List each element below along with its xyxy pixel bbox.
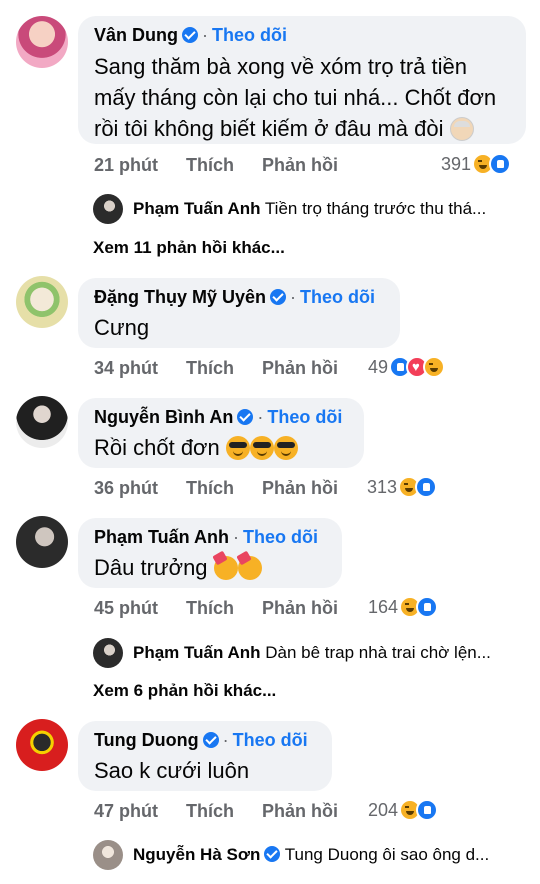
comment-actions: 45 phút Thích Phản hồi <box>94 598 366 619</box>
sunglasses-emoji-icon <box>273 436 298 460</box>
reaction-summary[interactable]: 313 <box>367 476 438 498</box>
reply-button[interactable]: Phản hồi <box>262 358 338 378</box>
avatar[interactable] <box>16 16 68 68</box>
comment-author: Vân Dung · Theo dõi <box>94 25 287 45</box>
comment-time[interactable]: 34 phút <box>94 358 158 378</box>
like-reaction-icon <box>489 153 512 175</box>
reaction-summary[interactable]: 391 <box>441 153 512 175</box>
follow-button[interactable]: Theo dõi <box>212 25 287 45</box>
author-name[interactable]: Vân Dung <box>94 25 178 45</box>
author-name[interactable]: Tung Duong <box>94 730 199 750</box>
comment-text: Sao k cưới luôn <box>94 758 250 783</box>
follow-button[interactable]: Theo dõi <box>300 287 375 307</box>
reply-button[interactable]: Phản hồi <box>262 155 338 175</box>
comment-text: Rồi chốt đơn <box>94 432 298 463</box>
comment-author: Phạm Tuấn Anh · Theo dõi <box>94 527 318 547</box>
reaction-summary[interactable]: 204 <box>368 799 439 821</box>
comment-text: Dâu trưởng <box>94 552 262 583</box>
avatar[interactable] <box>16 396 68 448</box>
comment-author: Đặng Thụy Mỹ Uyên · Theo dõi <box>94 287 376 307</box>
reply-button[interactable]: Phản hồi <box>262 801 338 821</box>
reply-preview[interactable]: Nguyễn Hà Sơn Tung Duong ôi sao ông d... <box>133 845 525 865</box>
haha-reaction-icon <box>423 356 446 378</box>
verified-badge-icon <box>182 27 198 43</box>
like-button[interactable]: Thích <box>186 598 234 618</box>
like-button[interactable]: Thích <box>186 478 234 498</box>
comment-actions: 21 phút Thích Phản hồi <box>94 155 366 176</box>
author-name[interactable]: Phạm Tuấn Anh <box>94 527 229 547</box>
comment-time[interactable]: 21 phút <box>94 155 158 175</box>
comment-actions: 47 phút Thích Phản hồi <box>94 801 366 822</box>
reply-button[interactable]: Phản hồi <box>262 478 338 498</box>
view-more-replies[interactable]: Xem 6 phản hồi khác... <box>93 681 276 701</box>
comment-time[interactable]: 45 phút <box>94 598 158 618</box>
reply-avatar[interactable] <box>93 194 123 224</box>
reply-preview[interactable]: Phạm Tuấn Anh Tiền trọ tháng trước thu t… <box>133 199 525 219</box>
comment-author: Tung Duong · Theo dõi <box>94 730 308 750</box>
party-face-emoji-icon <box>213 556 238 580</box>
follow-button[interactable]: Theo dõi <box>243 527 318 547</box>
like-button[interactable]: Thích <box>186 358 234 378</box>
avatar[interactable] <box>16 276 68 328</box>
author-name[interactable]: Nguyễn Bình An <box>94 407 233 427</box>
party-face-emoji-icon <box>237 556 262 580</box>
reply-avatar[interactable] <box>93 840 123 870</box>
reply-preview[interactable]: Phạm Tuấn Anh Dàn bê trap nhà trai chờ l… <box>133 643 525 663</box>
comment-actions: 34 phút Thích Phản hồi <box>94 358 366 379</box>
avatar[interactable] <box>16 719 68 771</box>
verified-badge-icon <box>264 846 281 862</box>
like-reaction-icon <box>416 799 439 821</box>
comment-actions: 36 phút Thích Phản hồi <box>94 478 366 499</box>
sunglasses-emoji-icon <box>249 436 274 460</box>
like-button[interactable]: Thích <box>186 155 234 175</box>
verified-badge-icon <box>202 732 219 748</box>
like-reaction-icon <box>415 476 438 498</box>
comment-author: Nguyễn Bình An · Theo dõi <box>94 407 343 427</box>
author-name[interactable]: Đặng Thụy Mỹ Uyên <box>94 287 266 307</box>
sunglasses-emoji-icon <box>225 436 250 460</box>
verified-badge-icon <box>237 409 254 425</box>
comment-time[interactable]: 47 phút <box>94 801 158 821</box>
like-button[interactable]: Thích <box>186 801 234 821</box>
reaction-summary[interactable]: 49 <box>368 356 446 378</box>
reaction-summary[interactable]: 164 <box>368 596 439 618</box>
view-more-replies[interactable]: Xem 11 phản hồi khác... <box>93 238 285 258</box>
like-reaction-icon <box>416 596 439 618</box>
comment-time[interactable]: 36 phút <box>94 478 158 498</box>
reply-button[interactable]: Phản hồi <box>262 598 338 618</box>
verified-badge-icon <box>270 289 287 305</box>
avatar[interactable] <box>16 516 68 568</box>
comment-text: Cưng <box>94 315 150 340</box>
reply-avatar[interactable] <box>93 638 123 668</box>
follow-button[interactable]: Theo dõi <box>267 407 342 427</box>
comment-text: Sang thăm bà xong về xóm trọ trả tiền mấ… <box>94 54 497 141</box>
old-man-emoji-icon <box>449 117 474 141</box>
follow-button[interactable]: Theo dõi <box>233 730 308 750</box>
